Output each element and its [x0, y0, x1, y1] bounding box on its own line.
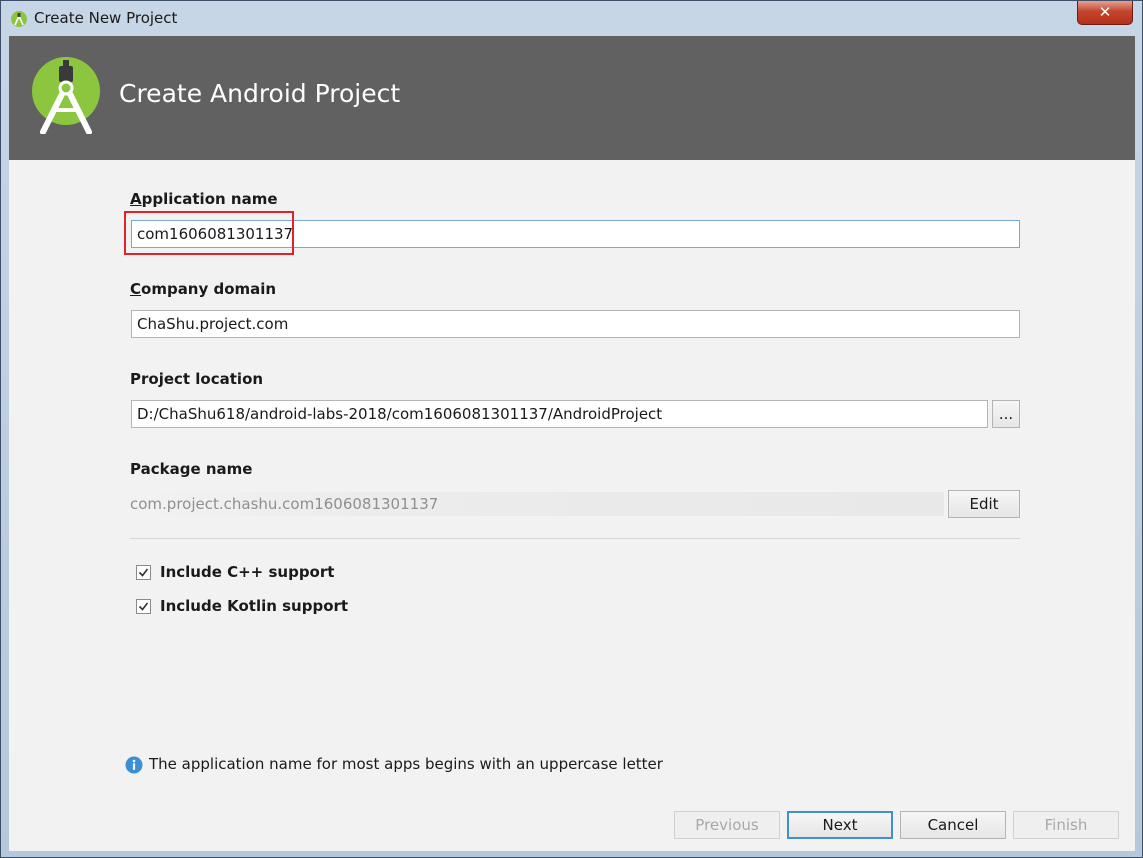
title-bar[interactable]: Create New Project ✕ [1, 1, 1142, 35]
checkmark-icon [138, 602, 149, 611]
app-name-label-rest: pplication name [141, 190, 278, 208]
page-title: Create Android Project [119, 79, 401, 108]
package-name-value: com.project.chashu.com1606081301137 [130, 492, 944, 516]
close-button[interactable]: ✕ [1077, 1, 1133, 25]
dialog-content: Create Android Project Application name … [9, 36, 1135, 851]
include-kotlin-checkbox[interactable] [136, 599, 151, 614]
android-studio-icon [11, 11, 27, 27]
close-icon: ✕ [1098, 3, 1112, 21]
dialog-window: Create New Project ✕ Create Android Proj… [0, 0, 1143, 858]
project-location-value: D:/ChaShu618/android-labs-2018/com160608… [137, 405, 663, 423]
previous-button[interactable]: Previous [674, 811, 780, 839]
checkmark-icon [138, 568, 149, 577]
browse-button[interactable]: ... [992, 400, 1020, 428]
include-cpp-checkbox[interactable] [136, 565, 151, 580]
finish-button[interactable]: Finish [1013, 811, 1119, 839]
company-domain-label-accel: C [130, 280, 142, 298]
project-location-label: Project location [130, 370, 264, 388]
app-name-label: Application name [130, 190, 278, 208]
include-kotlin-label: Include Kotlin support [160, 597, 349, 615]
company-domain-label: Company domain [130, 280, 276, 298]
highlight-box [124, 211, 294, 255]
project-location-input[interactable]: D:/ChaShu618/android-labs-2018/com160608… [131, 400, 988, 428]
company-domain-label-rest: ompany domain [141, 280, 277, 298]
edit-package-button[interactable]: Edit [948, 490, 1020, 518]
info-text: The application name for most apps begin… [149, 755, 663, 773]
window-title: Create New Project [34, 9, 178, 27]
company-domain-input[interactable]: ChaShu.project.com [131, 310, 1020, 338]
include-cpp-label: Include C++ support [160, 563, 335, 581]
company-domain-value: ChaShu.project.com [137, 315, 289, 333]
android-studio-logo [32, 57, 100, 134]
cancel-button[interactable]: Cancel [900, 811, 1006, 839]
next-button[interactable]: Next [787, 811, 893, 839]
app-name-label-accel: A [130, 190, 142, 208]
info-icon [125, 756, 143, 774]
separator [130, 538, 1020, 539]
package-name-label: Package name [130, 460, 253, 478]
header-banner: Create Android Project [9, 36, 1135, 160]
